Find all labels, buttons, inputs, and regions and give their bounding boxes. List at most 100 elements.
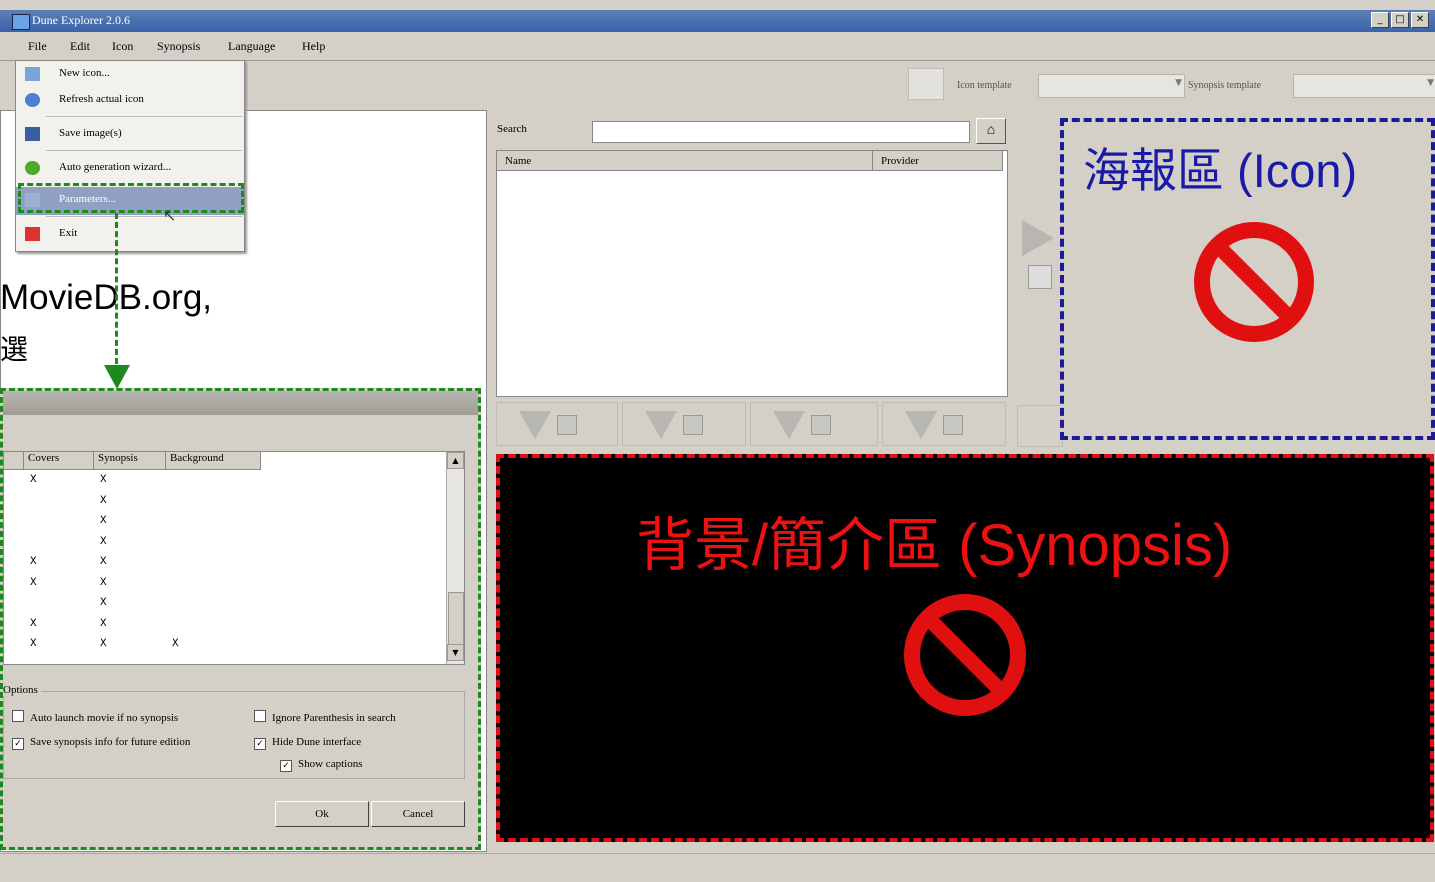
menu-language[interactable]: Language (228, 39, 275, 54)
exit-icon (25, 227, 40, 241)
menu-item-exit[interactable]: Exit (16, 221, 244, 249)
download-cover-button[interactable] (622, 402, 746, 446)
auto-launch-checkbox[interactable]: Auto launch movie if no synopsis (12, 710, 178, 724)
grid-cell: X (30, 556, 37, 568)
cancel-button[interactable]: Cancel (371, 801, 465, 827)
apply-image-button[interactable] (1028, 265, 1052, 289)
download-synopsis-button[interactable] (882, 402, 1006, 446)
parameters-highlight-box (18, 183, 244, 213)
minimize-button[interactable]: _ (1371, 12, 1389, 28)
menu-synopsis[interactable]: Synopsis (157, 39, 200, 54)
grid-header-synopsis[interactable]: Synopsis (94, 452, 166, 470)
menu-item-new-icon[interactable]: New icon... (16, 61, 244, 89)
file-menu-dropdown: New icon... Refresh actual icon Save ima… (15, 60, 245, 252)
results-header-provider[interactable]: Provider (873, 151, 1003, 171)
annotation-arrow-head (104, 365, 130, 389)
download-arrow-icon (905, 411, 937, 439)
menu-item-save-images[interactable]: Save image(s) (16, 121, 244, 149)
download-arrow-icon (519, 411, 551, 439)
close-button[interactable]: ✕ (1411, 12, 1429, 28)
ignore-parenthesis-checkbox[interactable]: Ignore Parenthesis in search (254, 710, 396, 724)
menu-separator (46, 150, 242, 151)
icon-template-select[interactable]: ▼ (1038, 74, 1185, 98)
window-title: Dune Explorer 2.0.6 (32, 13, 130, 27)
app-icon (12, 14, 30, 30)
wizard-icon (25, 161, 40, 175)
scroll-up-button[interactable]: ▲ (447, 452, 464, 469)
save-icon (25, 127, 40, 141)
grid-cell: X (172, 638, 179, 650)
results-header-name[interactable]: Name (497, 151, 873, 171)
document-icon (683, 415, 703, 435)
grid-cell: X (100, 617, 107, 630)
mouse-cursor-icon: ↖ (163, 206, 177, 225)
menu-edit[interactable]: Edit (70, 39, 90, 54)
grid-header-background[interactable]: Background (166, 452, 261, 470)
options-group: Options Auto launch movie if no synopsis… (3, 684, 465, 779)
annotation-arrow-line (115, 213, 118, 373)
menu-icon[interactable]: Icon (112, 39, 133, 54)
download-arrow-icon (645, 411, 677, 439)
grid-cell: X (30, 474, 37, 486)
refresh-icon (25, 93, 40, 107)
menu-file[interactable]: File (28, 39, 47, 54)
grid-cell: X (30, 617, 37, 630)
grid-cell: X (100, 556, 107, 568)
text-icon (943, 415, 963, 435)
grid-scrollbar[interactable]: ▲ ▼ (446, 452, 464, 664)
folder-icon (25, 67, 40, 81)
icon-area-annotation: 海報區 (Icon) (1083, 144, 1358, 197)
grid-cell: X (100, 535, 107, 548)
template-icon[interactable] (908, 68, 944, 100)
ok-button[interactable]: Ok (275, 801, 369, 827)
image-icon (557, 415, 577, 435)
search-results-list[interactable]: Name Provider (496, 150, 1008, 397)
parameters-dialog: Covers Synopsis Background XXXXXXXXXXXXX… (0, 388, 481, 850)
search-input[interactable] (592, 121, 970, 143)
grid-cell: X (100, 474, 107, 486)
download-background-button[interactable] (750, 402, 878, 446)
maximize-button[interactable]: □ (1391, 12, 1409, 28)
annotation-select: 選 (0, 334, 29, 365)
status-bar (0, 853, 1435, 882)
monitor-icon (811, 415, 831, 435)
icon-template-label: Icon template (957, 80, 1012, 91)
scroll-down-button[interactable]: ▼ (447, 644, 464, 661)
grid-cell: X (100, 515, 107, 527)
menu-separator (46, 116, 242, 117)
download-arrow-icon (773, 411, 805, 439)
no-synopsis-icon (904, 594, 1026, 716)
grid-cell: X (100, 638, 107, 650)
annotation-moviedb: MovieDB.org, (0, 278, 213, 317)
download-icon-button[interactable] (496, 402, 618, 446)
no-image-icon (1194, 222, 1314, 342)
options-legend: Options (3, 684, 41, 696)
search-button[interactable]: ⌂ (976, 118, 1006, 144)
grid-cell: X (100, 576, 107, 589)
template-toolbar: Icon template ▼ Synopsis template ▼ (900, 64, 1435, 104)
hide-dune-checkbox[interactable]: ✓ Hide Dune interface (254, 736, 361, 750)
grid-cell: X (100, 494, 107, 507)
dialog-title-bar (3, 391, 478, 415)
synopsis-template-select[interactable]: ▼ (1293, 74, 1435, 98)
show-captions-checkbox[interactable]: ✓ Show captions (280, 758, 362, 772)
save-synopsis-checkbox[interactable]: ✓ Save synopsis info for future edition (12, 736, 190, 750)
title-bar: Dune Explorer 2.0.6 _ □ ✕ (0, 10, 1435, 32)
menu-bar: File Edit Icon Synopsis Language Help (0, 32, 1435, 61)
synopsis-template-label: Synopsis template (1188, 80, 1262, 91)
apply-arrow-icon[interactable] (1022, 220, 1054, 256)
menu-item-refresh[interactable]: Refresh actual icon (16, 87, 244, 115)
grid-cell: X (100, 597, 107, 609)
menu-help[interactable]: Help (302, 39, 325, 54)
provider-grid[interactable]: Covers Synopsis Background XXXXXXXXXXXXX… (3, 451, 465, 665)
grid-cell: X (30, 638, 37, 650)
download-all-button[interactable] (1017, 405, 1063, 447)
menu-item-auto-wizard[interactable]: Auto generation wizard... (16, 155, 244, 183)
grid-cell: X (30, 576, 37, 589)
search-label: Search (497, 123, 527, 135)
home-icon: ⌂ (986, 123, 996, 138)
menu-separator (46, 216, 242, 217)
grid-header-covers[interactable]: Covers (24, 452, 94, 470)
synopsis-area-annotation: 背景/簡介區 (Synopsis) (636, 513, 1233, 578)
grid-header-blank (4, 452, 24, 470)
